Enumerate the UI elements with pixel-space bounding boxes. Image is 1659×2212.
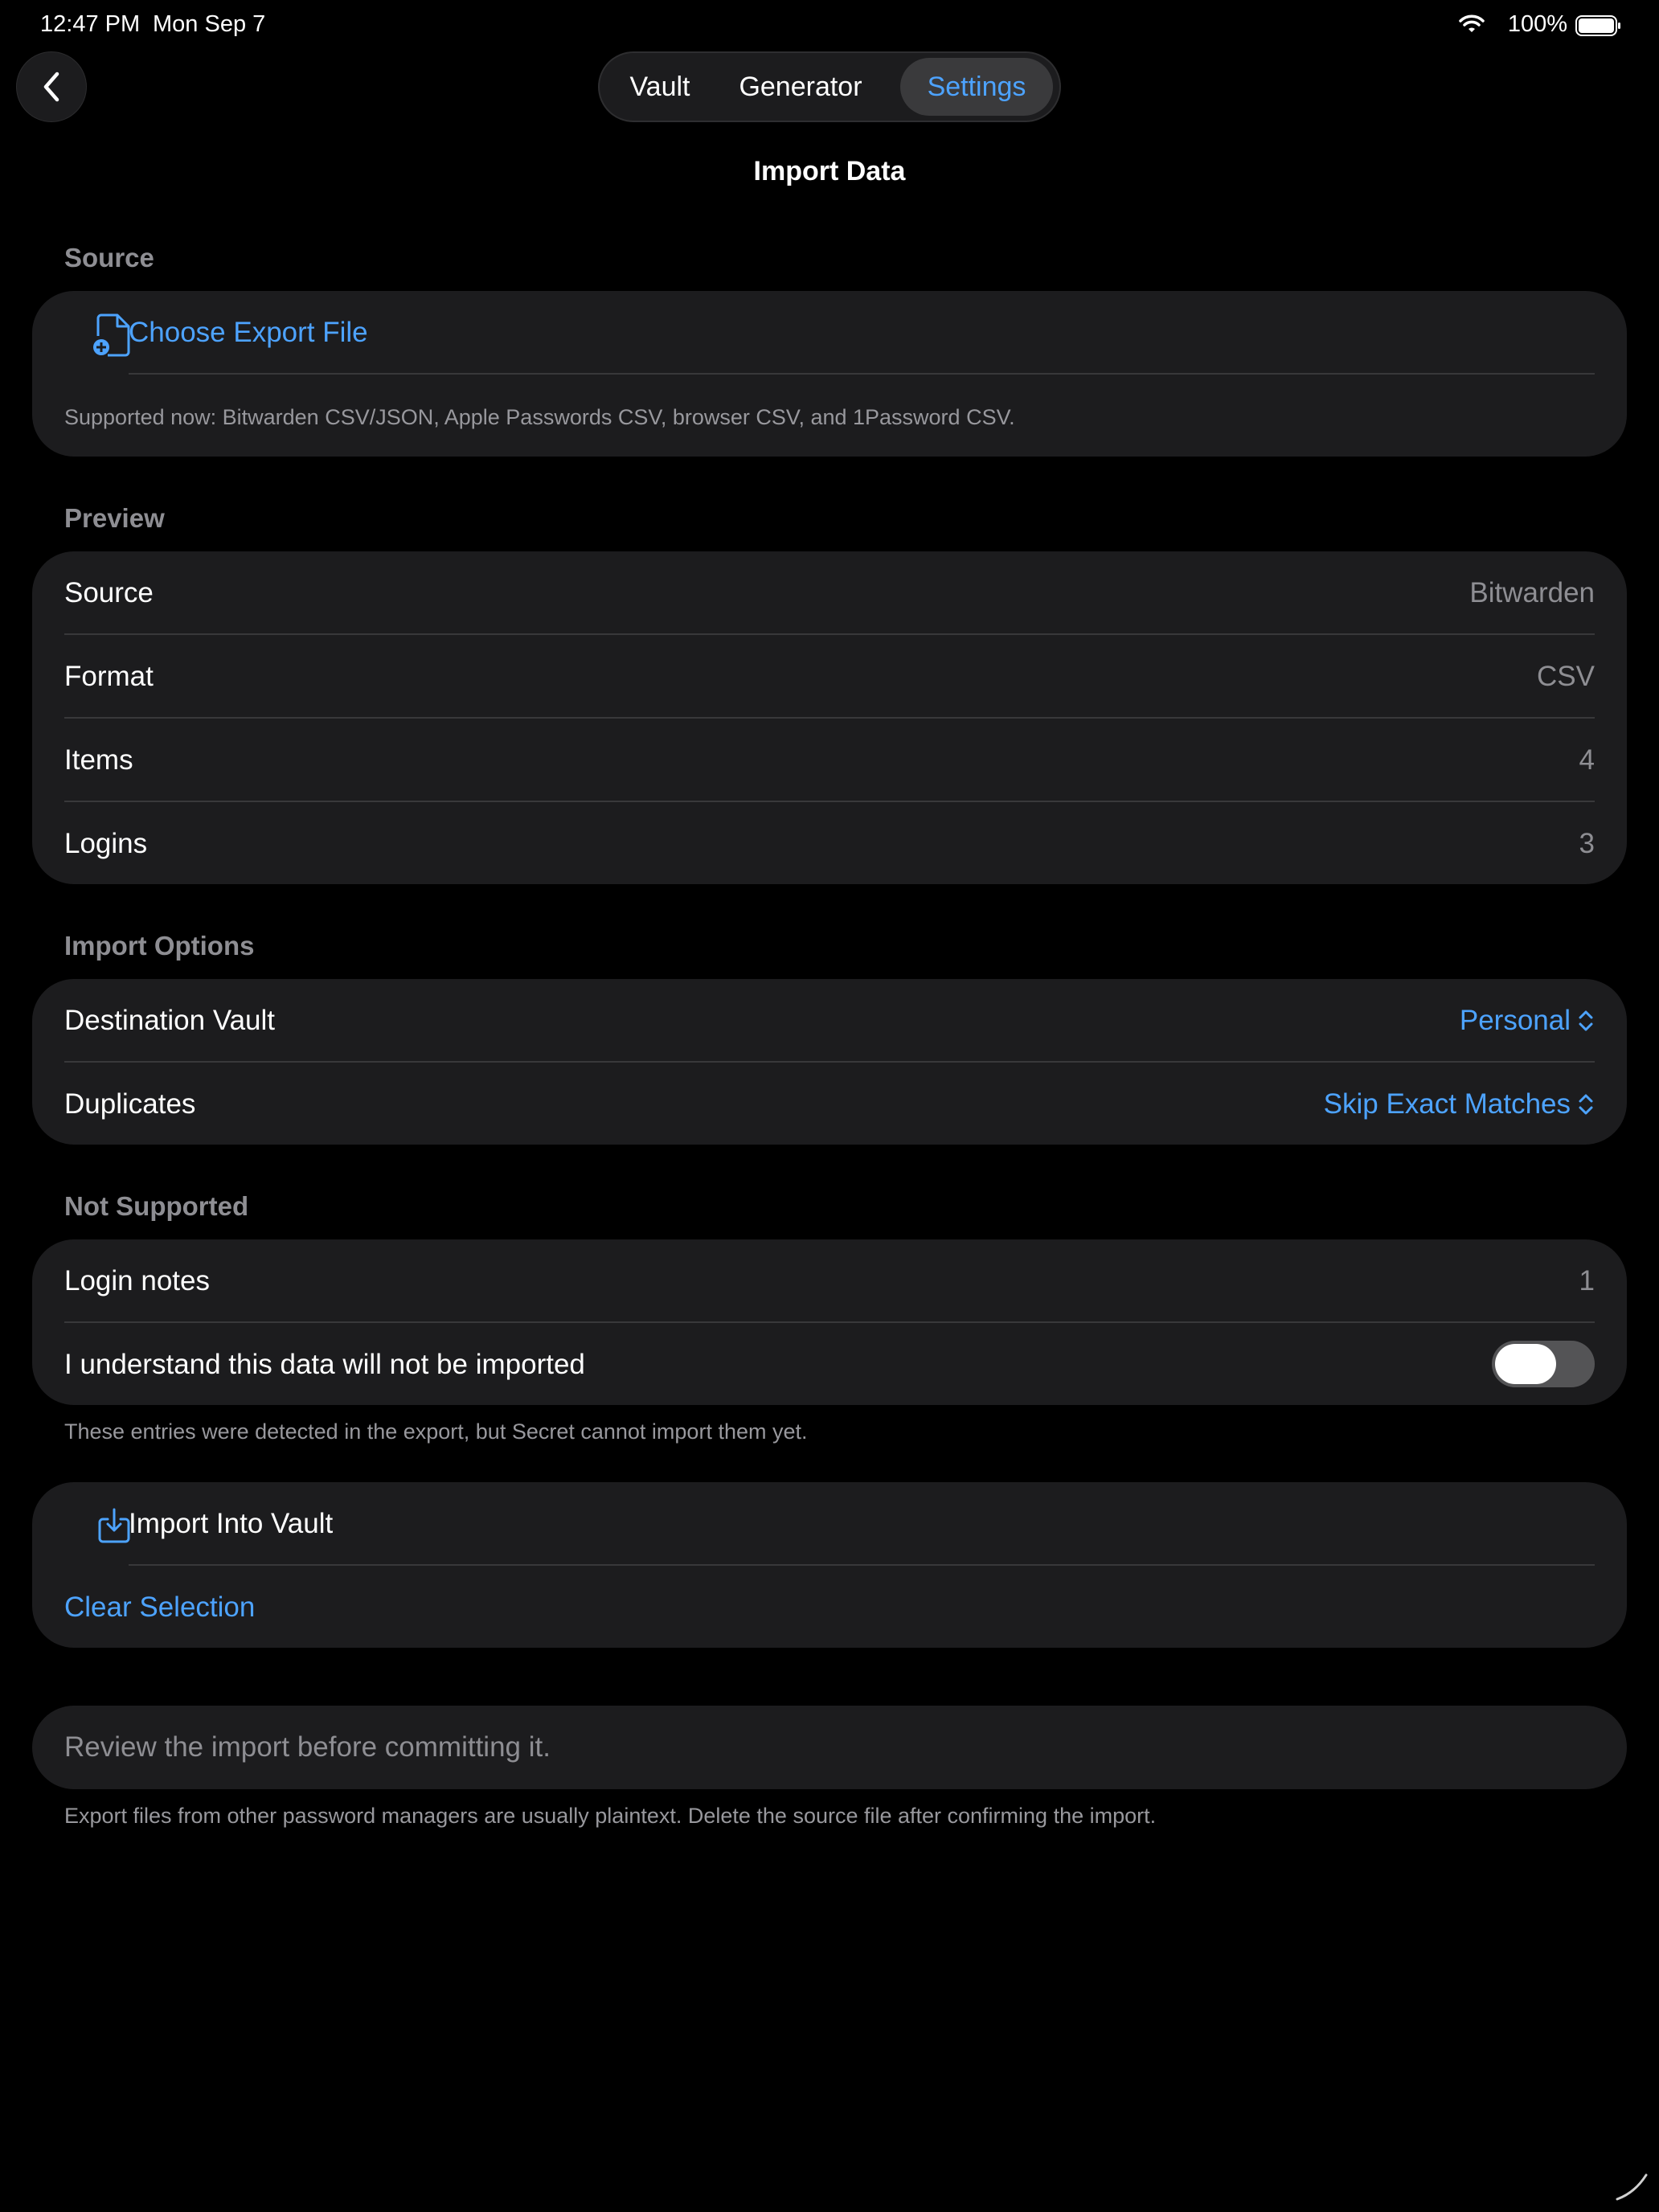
main-tab-bar: Vault Generator Settings <box>598 51 1061 122</box>
preview-format-value: CSV <box>1537 661 1595 692</box>
destination-vault-label: Destination Vault <box>64 1005 276 1036</box>
duplicates-row: Duplicates Skip Exact Matches <box>32 1063 1627 1146</box>
import-tray-icon <box>98 1508 130 1543</box>
status-date: Mon Sep 7 <box>153 11 266 37</box>
battery-percent: 100% <box>1507 11 1567 37</box>
chevron-up-down-icon <box>1579 1094 1593 1115</box>
review-message-card: Review the import before committing it. <box>32 1706 1627 1789</box>
source-section-header: Source <box>64 243 154 272</box>
clear-selection-button[interactable]: Clear Selection <box>64 1566 255 1649</box>
tab-vault[interactable]: Vault <box>608 58 712 116</box>
chevron-left-icon <box>43 72 59 102</box>
duplicates-picker[interactable]: Skip Exact Matches <box>1324 1063 1595 1146</box>
preview-logins-label: Logins <box>64 828 148 859</box>
preview-items-label: Items <box>64 744 133 776</box>
tab-settings[interactable]: Settings <box>900 58 1053 116</box>
login-notes-label: Login notes <box>64 1265 210 1296</box>
destination-vault-row: Destination Vault Personal <box>32 979 1627 1063</box>
duplicates-value: Skip Exact Matches <box>1323 1088 1571 1120</box>
review-message: Review the import before committing it. <box>64 1731 551 1763</box>
import-options-section-header: Import Options <box>64 931 255 961</box>
import-into-vault-button[interactable]: Import Into Vault <box>32 1482 1627 1566</box>
preview-source-label: Source <box>64 577 154 608</box>
preview-row-source: Source Bitwarden <box>32 551 1627 635</box>
preview-source-value: Bitwarden <box>1469 577 1595 608</box>
import-options-card: Destination Vault Personal Duplicates Sk… <box>32 979 1627 1145</box>
preview-logins-value: 3 <box>1579 828 1595 859</box>
divider <box>129 1564 1595 1566</box>
document-add-icon <box>93 313 130 357</box>
choose-export-file-label: Choose Export File <box>129 317 368 348</box>
acknowledge-toggle[interactable] <box>1492 1341 1595 1387</box>
plaintext-warning-footnote: Export files from other password manager… <box>64 1804 1157 1828</box>
divider <box>129 373 1595 375</box>
preview-row-logins: Logins 3 <box>32 802 1627 886</box>
login-notes-row: Login notes 1 <box>32 1239 1627 1323</box>
preview-row-items: Items 4 <box>32 719 1627 802</box>
preview-format-label: Format <box>64 661 154 692</box>
login-notes-count: 1 <box>1579 1265 1595 1296</box>
duplicates-label: Duplicates <box>64 1088 196 1120</box>
destination-vault-picker[interactable]: Personal <box>1460 979 1595 1063</box>
actions-card: Import Into Vault Clear Selection <box>32 1482 1627 1648</box>
preview-row-format: Format CSV <box>32 635 1627 719</box>
preview-card: Source Bitwarden Format CSV Items 4 Logi… <box>32 551 1627 884</box>
toggle-knob <box>1495 1344 1556 1384</box>
acknowledge-label: I understand this data will not be impor… <box>64 1349 585 1380</box>
preview-items-value: 4 <box>1579 744 1595 776</box>
not-supported-card: Login notes 1 I understand this data wil… <box>32 1239 1627 1405</box>
source-card: Choose Export File Supported now: Bitwar… <box>32 291 1627 457</box>
acknowledge-row: I understand this data will not be impor… <box>32 1323 1627 1407</box>
resize-handle-icon <box>1616 2173 1648 2201</box>
battery-icon <box>1575 15 1620 36</box>
choose-export-file-button[interactable]: Choose Export File <box>32 291 1627 375</box>
not-supported-footnote: These entries were detected in the expor… <box>64 1419 808 1444</box>
status-time: 12:47 PM <box>40 11 141 37</box>
page-title: Import Data <box>753 156 906 186</box>
destination-vault-value: Personal <box>1459 1005 1571 1036</box>
not-supported-section-header: Not Supported <box>64 1191 249 1221</box>
import-into-vault-label: Import Into Vault <box>129 1508 334 1539</box>
tab-generator[interactable]: Generator <box>720 58 881 116</box>
supported-formats-text: Supported now: Bitwarden CSV/JSON, Apple… <box>64 405 1015 429</box>
chevron-up-down-icon <box>1579 1010 1593 1031</box>
preview-section-header: Preview <box>64 503 165 533</box>
back-button[interactable] <box>16 51 87 122</box>
wifi-icon <box>1459 14 1485 32</box>
